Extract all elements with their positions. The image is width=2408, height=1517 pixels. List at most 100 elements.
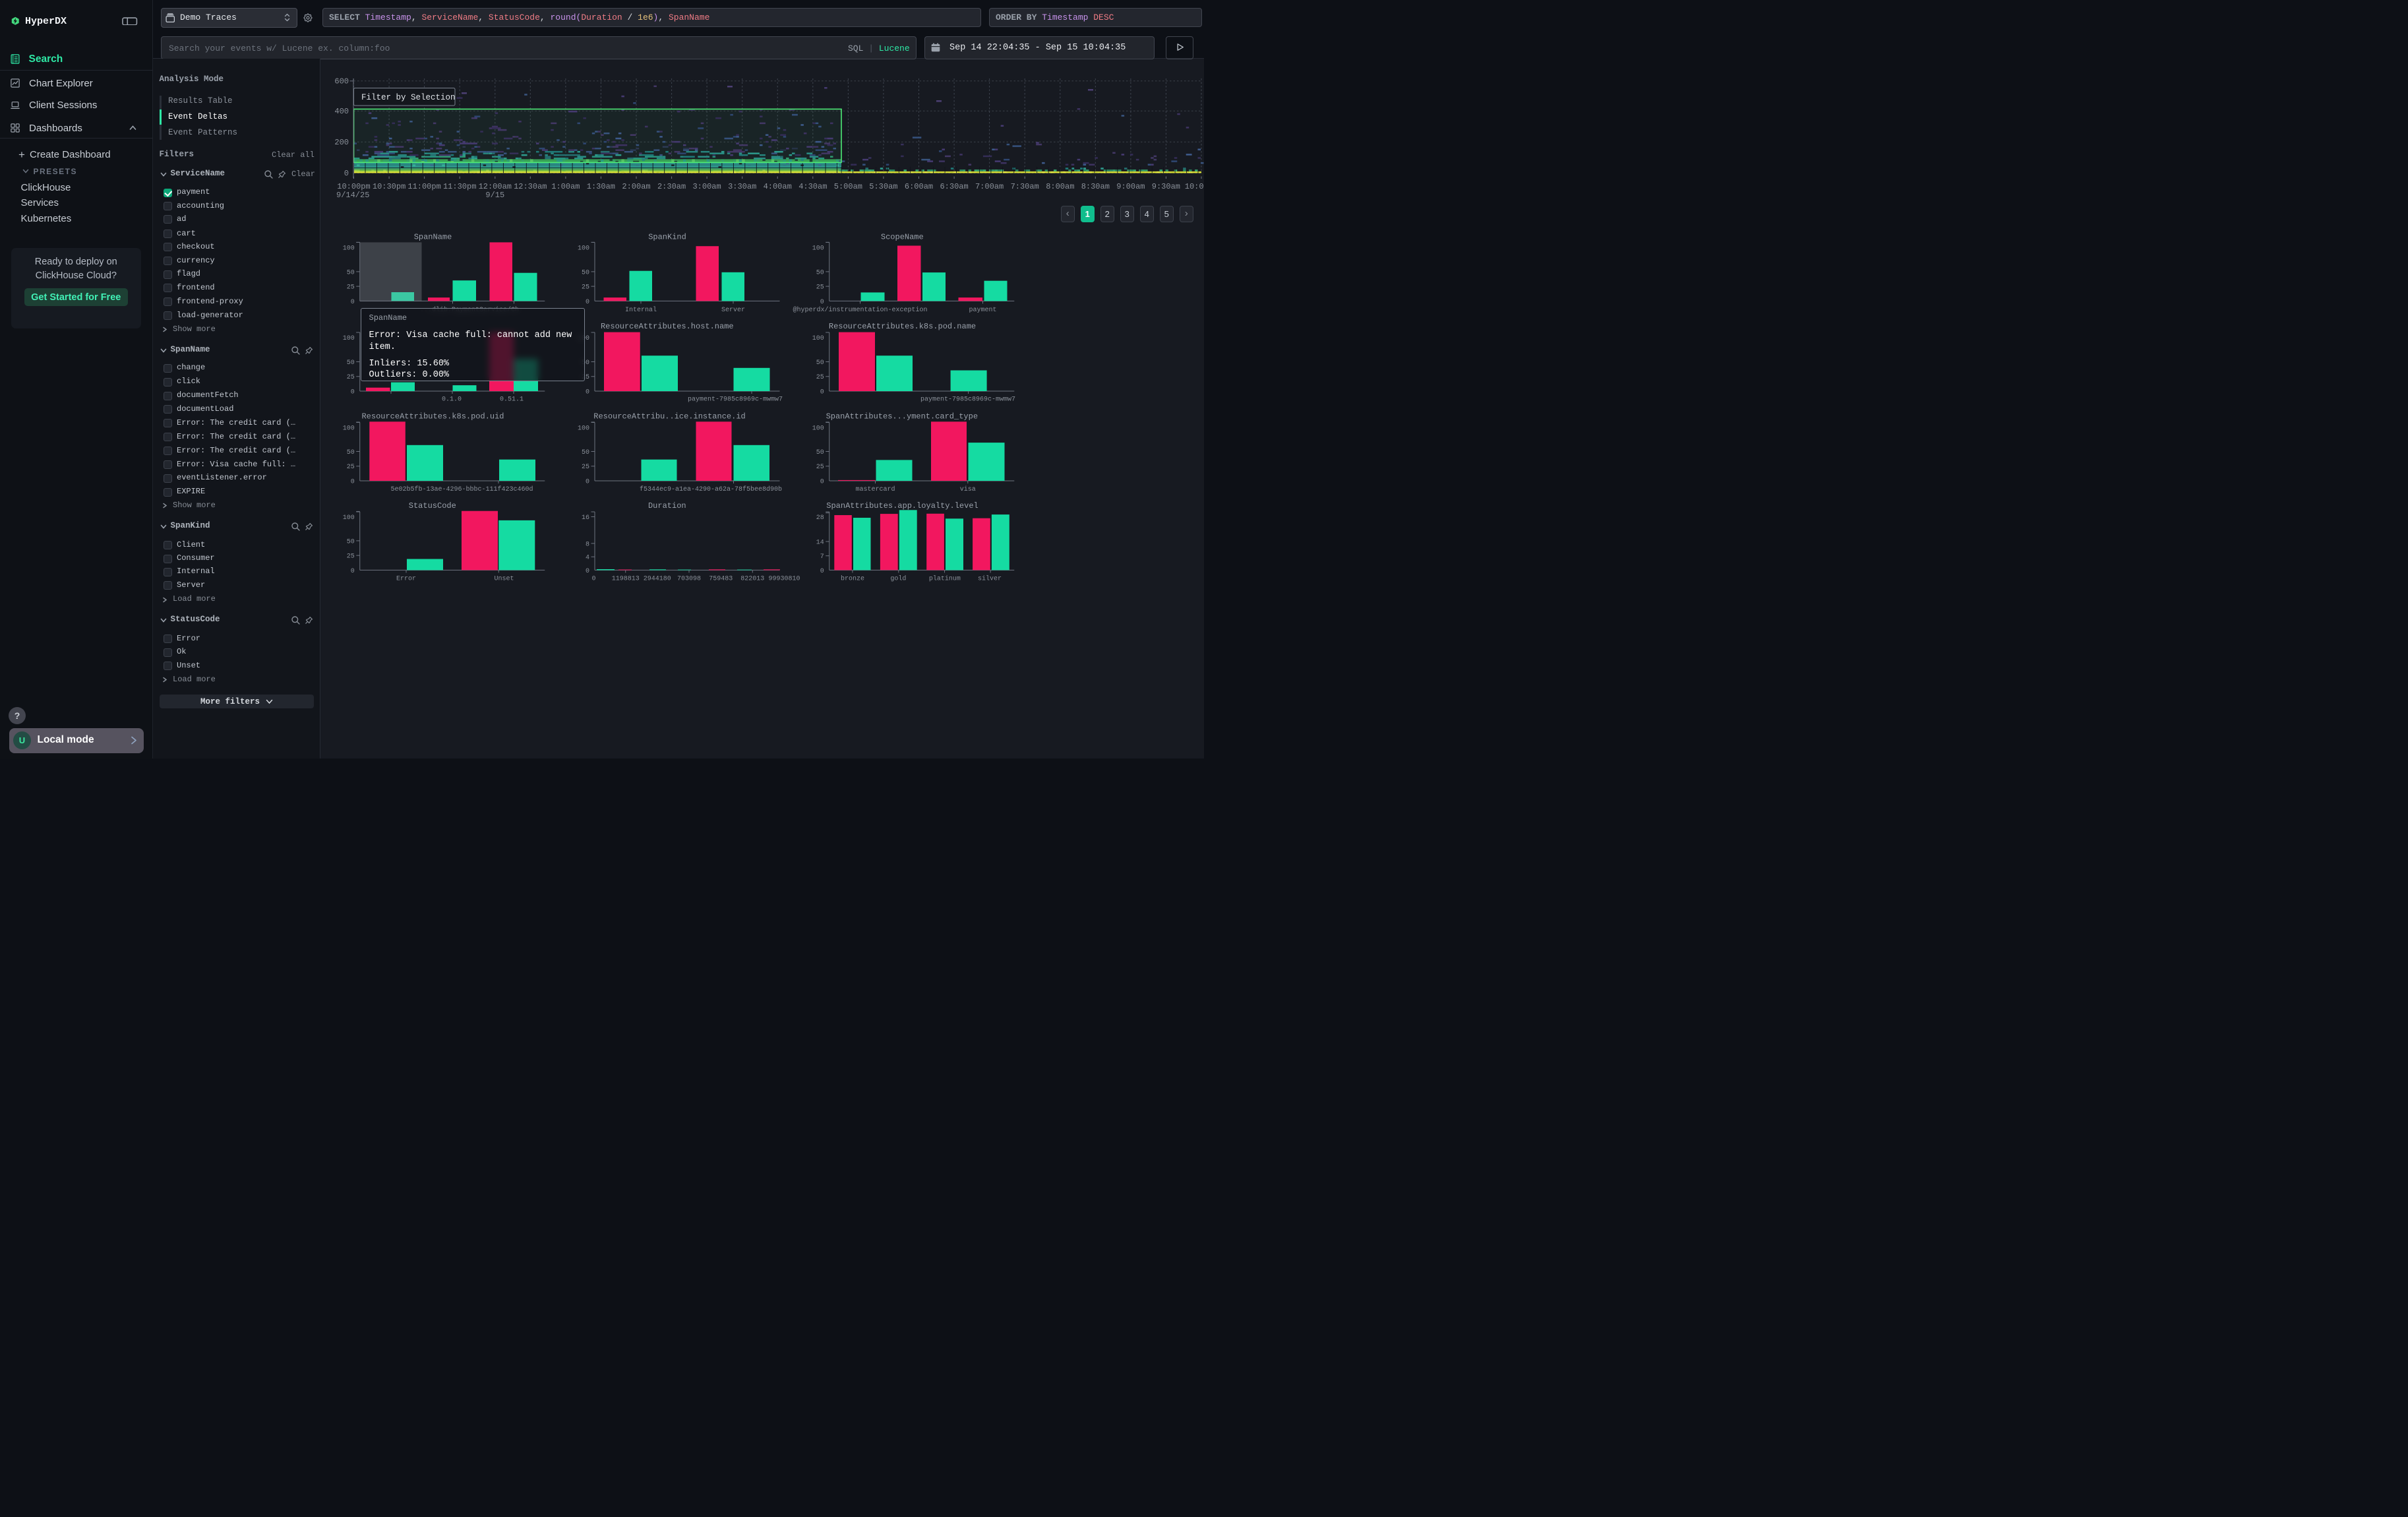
svg-text:4: 4 — [586, 555, 589, 562]
svg-text:25: 25 — [582, 464, 589, 471]
svg-text:10:00am: 10:00am — [1185, 182, 1204, 191]
svg-text:50: 50 — [816, 269, 824, 276]
svg-text:8: 8 — [586, 541, 589, 548]
svg-text:25: 25 — [347, 284, 355, 292]
svg-text:25: 25 — [347, 553, 355, 561]
svg-text:14: 14 — [816, 540, 824, 547]
svg-text:8:30am: 8:30am — [1081, 182, 1110, 191]
svg-text:5e02b5fb-13ae-4296-bbbc-111f42: 5e02b5fb-13ae-4296-bbbc-111f423c460d — [390, 485, 533, 493]
svg-text:11:30pm: 11:30pm — [443, 182, 476, 191]
svg-text:8:00am: 8:00am — [1046, 182, 1074, 191]
svg-text:50: 50 — [347, 538, 355, 545]
svg-text:ResourceAttributes.k8s.pod.uid: ResourceAttributes.k8s.pod.uid — [361, 412, 504, 421]
svg-text:100: 100 — [812, 245, 824, 252]
svg-text:100: 100 — [343, 335, 355, 342]
svg-text:f5344ec9-a1ea-4290-a62a-78f5be: f5344ec9-a1ea-4290-a62a-78f5bee8d90b — [640, 485, 782, 493]
svg-text:100: 100 — [343, 425, 355, 433]
svg-text:0.51.1: 0.51.1 — [500, 396, 524, 404]
svg-text:ResourceAttributes.k8s.pod.nam: ResourceAttributes.k8s.pod.name — [829, 322, 976, 331]
svg-text:0: 0 — [586, 389, 589, 396]
svg-text:25: 25 — [347, 374, 355, 381]
svg-text:StatusCode: StatusCode — [409, 501, 456, 511]
svg-text:12:30am: 12:30am — [514, 182, 547, 191]
svg-text:9:00am: 9:00am — [1116, 182, 1145, 191]
svg-text:Duration: Duration — [648, 501, 686, 511]
svg-text:12:00am: 12:00am — [479, 182, 512, 191]
svg-text:25: 25 — [816, 464, 824, 471]
svg-text:25: 25 — [816, 374, 824, 381]
svg-text:400: 400 — [334, 107, 349, 116]
svg-text:SpanName: SpanName — [414, 233, 452, 242]
svg-text:payment-7985c8969c-mwmw7: payment-7985c8969c-mwmw7 — [920, 396, 1015, 404]
svg-text:703098: 703098 — [677, 576, 701, 583]
svg-text:platinum: platinum — [929, 575, 961, 583]
svg-text:7:30am: 7:30am — [1011, 182, 1039, 191]
svg-text:10:00pm: 10:00pm — [337, 182, 370, 191]
svg-text:50: 50 — [816, 359, 824, 367]
svg-text:25: 25 — [347, 464, 355, 471]
svg-text:100: 100 — [578, 425, 589, 433]
svg-text:payment-7985c8969c-mwmw7: payment-7985c8969c-mwmw7 — [688, 396, 783, 404]
svg-text:7:00am: 7:00am — [975, 182, 1004, 191]
svg-text:100: 100 — [578, 245, 589, 252]
svg-text:0: 0 — [586, 479, 589, 486]
svg-text:50: 50 — [347, 359, 355, 367]
svg-text:100: 100 — [812, 335, 824, 342]
svg-text:25: 25 — [582, 284, 589, 292]
svg-text:28: 28 — [816, 514, 824, 522]
svg-text:ResourceAttributes.host.name: ResourceAttributes.host.name — [601, 322, 734, 331]
svg-text:3:00am: 3:00am — [692, 182, 721, 191]
svg-text:50: 50 — [347, 449, 355, 456]
svg-text:1:00am: 1:00am — [551, 182, 580, 191]
svg-text:100: 100 — [343, 245, 355, 252]
svg-text:1:30am: 1:30am — [587, 182, 615, 191]
svg-text:5:30am: 5:30am — [869, 182, 897, 191]
svg-text:0: 0 — [351, 479, 355, 486]
svg-text:0: 0 — [586, 568, 589, 575]
svg-text:ResourceAttribu..ice.instance.: ResourceAttribu..ice.instance.id — [593, 412, 745, 421]
svg-text:gold: gold — [890, 575, 906, 583]
svg-text:6:30am: 6:30am — [940, 182, 968, 191]
svg-text:Server: Server — [721, 307, 745, 314]
svg-text:Unset: Unset — [494, 576, 514, 583]
svg-text:16: 16 — [582, 514, 589, 522]
svg-text:10:30pm: 10:30pm — [373, 182, 406, 191]
svg-text:2:30am: 2:30am — [657, 182, 686, 191]
svg-text:0: 0 — [591, 576, 595, 583]
svg-text:0: 0 — [820, 299, 824, 306]
svg-text:@hyperdx/instrumentation-excep: @hyperdx/instrumentation-exception — [793, 306, 927, 314]
svg-text:0: 0 — [344, 169, 349, 178]
svg-text:5:00am: 5:00am — [834, 182, 862, 191]
svg-text:0.1.0: 0.1.0 — [442, 396, 462, 404]
svg-text:3:30am: 3:30am — [728, 182, 756, 191]
svg-text:759483: 759483 — [709, 576, 733, 583]
svg-text:9/15: 9/15 — [485, 191, 504, 200]
svg-text:bronze: bronze — [841, 575, 864, 583]
svg-text:4:00am: 4:00am — [764, 182, 792, 191]
svg-text:9:30am: 9:30am — [1152, 182, 1180, 191]
svg-text:822013: 822013 — [740, 576, 764, 583]
svg-text:visa: visa — [960, 485, 976, 493]
svg-text:50: 50 — [816, 449, 824, 456]
svg-text:50: 50 — [347, 269, 355, 276]
svg-text:99930810: 99930810 — [768, 576, 800, 583]
svg-text:600: 600 — [334, 77, 349, 86]
svg-text:0: 0 — [351, 568, 355, 575]
svg-text:0: 0 — [586, 299, 589, 306]
svg-text:Error: Error — [396, 576, 416, 583]
svg-text:0: 0 — [351, 389, 355, 396]
svg-text:2:00am: 2:00am — [622, 182, 650, 191]
svg-text:11:00pm: 11:00pm — [407, 182, 440, 191]
svg-text:4:30am: 4:30am — [798, 182, 827, 191]
svg-text:6:00am: 6:00am — [905, 182, 933, 191]
svg-text:Internal: Internal — [625, 306, 657, 314]
svg-text:SpanKind: SpanKind — [648, 233, 686, 242]
svg-text:1198813: 1198813 — [612, 576, 640, 583]
svg-text:silver: silver — [978, 575, 1002, 583]
svg-text:mastercard: mastercard — [855, 485, 895, 493]
svg-text:SpanAttributes.app.loyalty.lev: SpanAttributes.app.loyalty.level — [826, 501, 978, 511]
svg-text:Filter by Selection: Filter by Selection — [361, 93, 456, 102]
svg-text:200: 200 — [334, 138, 349, 147]
svg-text:50: 50 — [582, 269, 589, 276]
svg-text:25: 25 — [816, 284, 824, 292]
